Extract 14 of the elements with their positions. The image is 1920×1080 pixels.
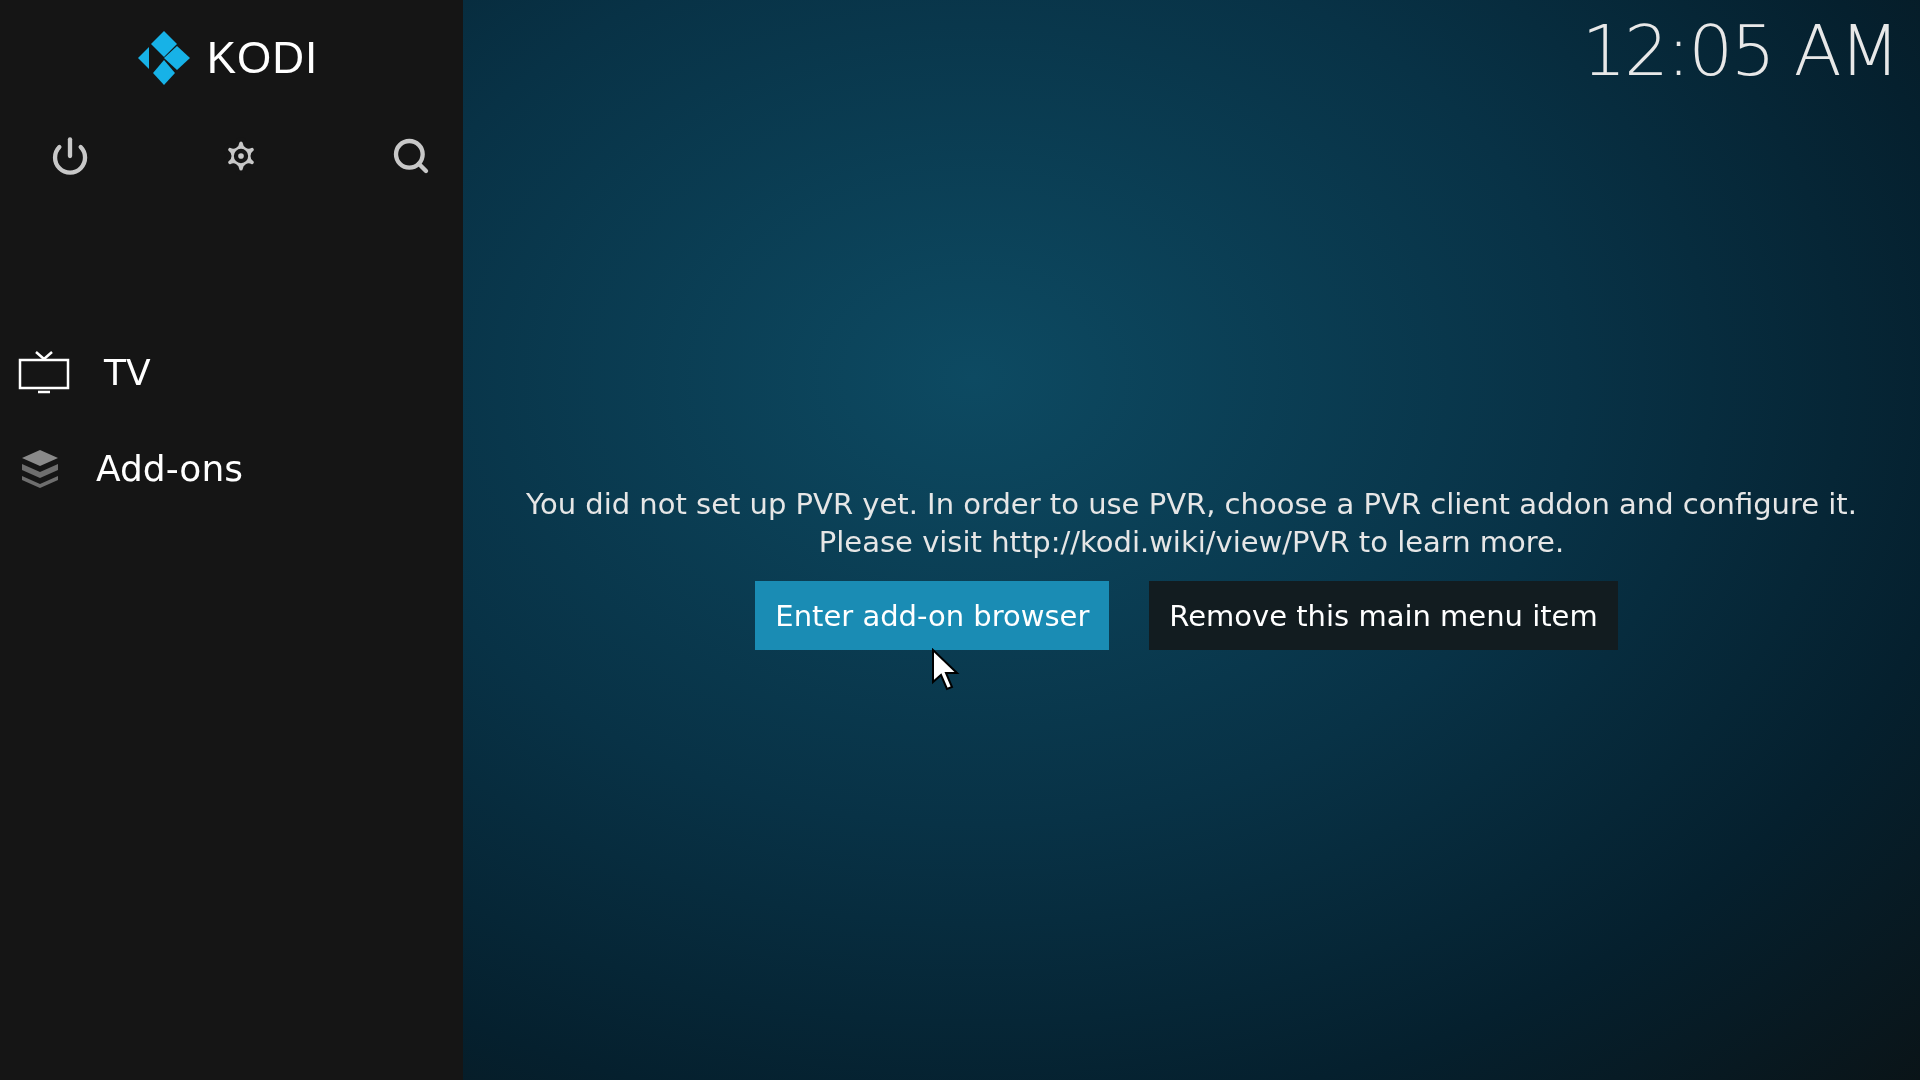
dialog-button[interactable]: Remove this main menu item [1149,581,1618,650]
mouse-cursor-icon [931,648,961,692]
message-text: You did not set up PVR yet. In order to use PVR, choose a PVR client addon and configure it. [526,487,1857,521]
search-button[interactable] [391,136,431,176]
clock: 12:05 AM [1581,10,1898,92]
search-icon [391,136,431,176]
menu-item[interactable]: Add-ons [96,447,243,489]
menu-item[interactable]: TV [104,351,151,393]
message-text: Please visit http://kodi.wiki/view/PVR to learn more. [818,525,1565,559]
power-icon [50,136,90,176]
logo-text: KODI [206,33,319,83]
power-button[interactable] [50,136,90,176]
dialog-button[interactable]: Enter add-on browser [755,581,1110,650]
tv-icon [18,350,70,394]
